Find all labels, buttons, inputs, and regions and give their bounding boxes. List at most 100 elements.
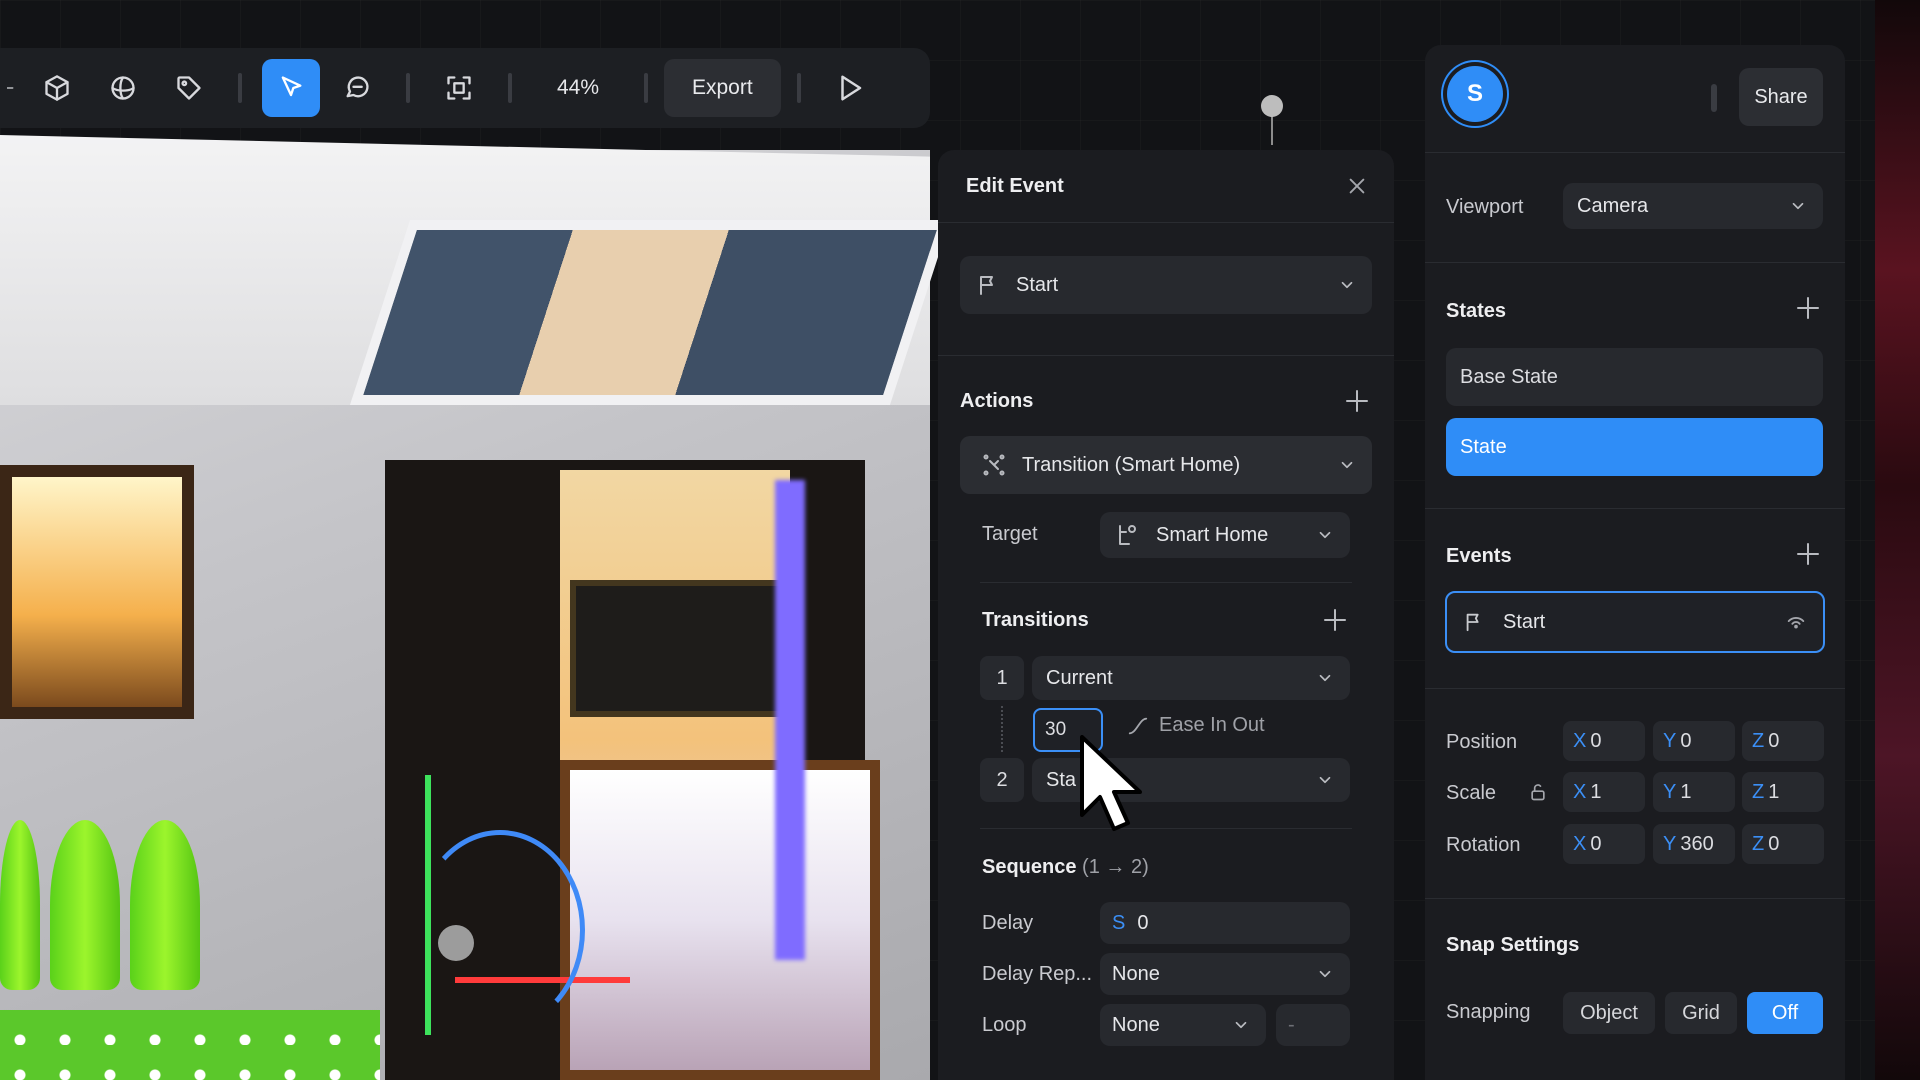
action-select[interactable]: Transition (Smart Home) — [960, 436, 1372, 494]
scale-x-value: 1 — [1590, 780, 1602, 803]
sequence-range: (1 → 2) — [1082, 856, 1149, 878]
toolbar-divider — [406, 73, 410, 103]
event-settings-icon[interactable] — [1785, 611, 1807, 633]
close-icon[interactable] — [1346, 175, 1368, 197]
ease-curve-icon — [1128, 717, 1148, 734]
delay-label: Delay — [982, 912, 1034, 934]
export-button[interactable]: Export — [664, 59, 781, 117]
transitions-title: Transitions — [982, 609, 1089, 631]
divider — [1425, 898, 1845, 899]
add-action-icon[interactable] — [1345, 389, 1369, 413]
loop-select[interactable]: None — [1100, 1004, 1266, 1046]
target-label: Target — [982, 523, 1038, 545]
snapping-label: Snapping — [1446, 1001, 1531, 1023]
rotation-y-input[interactable]: Y 360 — [1653, 824, 1735, 864]
flag-icon — [980, 276, 993, 295]
unlock-icon[interactable] — [1528, 782, 1548, 802]
actions-title: Actions — [960, 390, 1034, 412]
toolbar-divider — [238, 73, 242, 103]
frame-icon[interactable] — [430, 59, 488, 117]
minus-icon[interactable] — [4, 59, 24, 117]
loop-count-input[interactable]: - — [1276, 1004, 1350, 1046]
rotation-x-input[interactable]: X0 — [1563, 824, 1645, 864]
gizmo-center-handle[interactable] — [438, 925, 474, 961]
chevron-down-icon — [1319, 674, 1331, 682]
pin-handle[interactable] — [1261, 95, 1283, 117]
position-x-value: 0 — [1590, 729, 1602, 752]
background-scene-edge — [1875, 0, 1920, 1080]
snap-object-button[interactable]: Object — [1563, 992, 1655, 1034]
delay-repeat-select[interactable]: None — [1100, 953, 1350, 995]
toolbar-divider — [644, 73, 648, 103]
sphere-icon[interactable] — [94, 59, 152, 117]
chevron-down-icon — [1319, 776, 1331, 784]
transition-state-value: Sta — [1046, 768, 1077, 791]
pin-line — [1271, 115, 1273, 145]
divider — [1425, 688, 1845, 689]
axis-y: Y — [1663, 780, 1677, 803]
comment-icon[interactable] — [328, 59, 386, 117]
axis-x: X — [1573, 780, 1587, 803]
play-icon[interactable] — [821, 59, 879, 117]
share-button[interactable]: Share — [1739, 68, 1823, 126]
scale-z-input[interactable]: Z1 — [1742, 772, 1824, 812]
scale-y-input[interactable]: Y1 — [1653, 772, 1735, 812]
add-event-icon[interactable] — [1796, 542, 1820, 566]
event-label: Start — [1503, 610, 1546, 633]
state-item-base[interactable]: Base State — [1446, 348, 1823, 406]
snap-off-button[interactable]: Off — [1747, 992, 1823, 1034]
easing-value: Ease In Out — [1159, 714, 1265, 736]
position-z-input[interactable]: Z0 — [1742, 721, 1824, 761]
position-x-input[interactable]: X0 — [1563, 721, 1645, 761]
zoom-level[interactable]: 44% — [528, 76, 628, 100]
snap-grid-button[interactable]: Grid — [1665, 992, 1737, 1034]
chevron-down-icon — [1319, 970, 1331, 978]
divider — [1425, 152, 1845, 153]
action-value: Transition (Smart Home) — [1022, 453, 1241, 476]
sequence-title: Sequence (1 → 2) — [982, 856, 1149, 879]
rotation-x-value: 0 — [1590, 832, 1602, 855]
trigger-select[interactable]: Start — [960, 256, 1372, 314]
axis-x: X — [1573, 832, 1587, 855]
snap-settings-title: Snap Settings — [1446, 934, 1580, 956]
pointer-icon[interactable] — [262, 59, 320, 117]
edit-event-title: Edit Event — [966, 174, 1064, 197]
target-select[interactable]: Smart Home — [1100, 512, 1350, 558]
scale-y-value: 1 — [1680, 780, 1692, 803]
state-item-state[interactable]: State — [1446, 418, 1823, 476]
tree — [130, 820, 200, 990]
position-y-input[interactable]: Y0 — [1653, 721, 1735, 761]
add-transition-icon[interactable] — [1323, 608, 1347, 632]
toolbar-divider — [796, 73, 801, 103]
house-tv — [570, 580, 787, 717]
rotation-label: Rotation — [1446, 834, 1521, 856]
transition-index: 2 — [980, 758, 1024, 802]
add-state-icon[interactable] — [1796, 296, 1820, 320]
tag-icon[interactable] — [160, 59, 218, 117]
purple-light — [775, 480, 805, 960]
cube-icon[interactable] — [28, 59, 86, 117]
easing-select[interactable]: Ease In Out — [1127, 714, 1265, 737]
viewport-select[interactable]: Camera — [1563, 183, 1823, 229]
axis-y: Y — [1663, 832, 1677, 855]
toolbar-divider — [508, 73, 512, 103]
chevron-down-icon — [1341, 461, 1353, 469]
delay-repeat-value: None — [1112, 962, 1160, 985]
house-living-room — [560, 760, 880, 1080]
states-title: States — [1446, 300, 1507, 322]
transition-state-select[interactable]: Current — [1032, 656, 1350, 700]
rotation-y-value: 360 — [1680, 832, 1714, 855]
rotation-z-input[interactable]: Z0 — [1742, 824, 1824, 864]
events-title: Events — [1446, 545, 1512, 567]
gizmo-rotation-ring[interactable] — [415, 830, 585, 1030]
chevron-down-icon — [1235, 1021, 1247, 1029]
axis-z: Z — [1752, 729, 1765, 752]
position-label: Position — [1446, 731, 1518, 753]
chevron-down-icon — [1319, 531, 1331, 539]
scale-x-input[interactable]: X1 — [1563, 772, 1645, 812]
avatar[interactable]: S — [1447, 66, 1503, 122]
scale-label: Scale — [1446, 782, 1497, 804]
event-item-start[interactable]: Start — [1445, 591, 1825, 653]
top-toolbar: 44% Export — [0, 48, 930, 128]
delay-input[interactable]: S 0 — [1100, 902, 1350, 944]
